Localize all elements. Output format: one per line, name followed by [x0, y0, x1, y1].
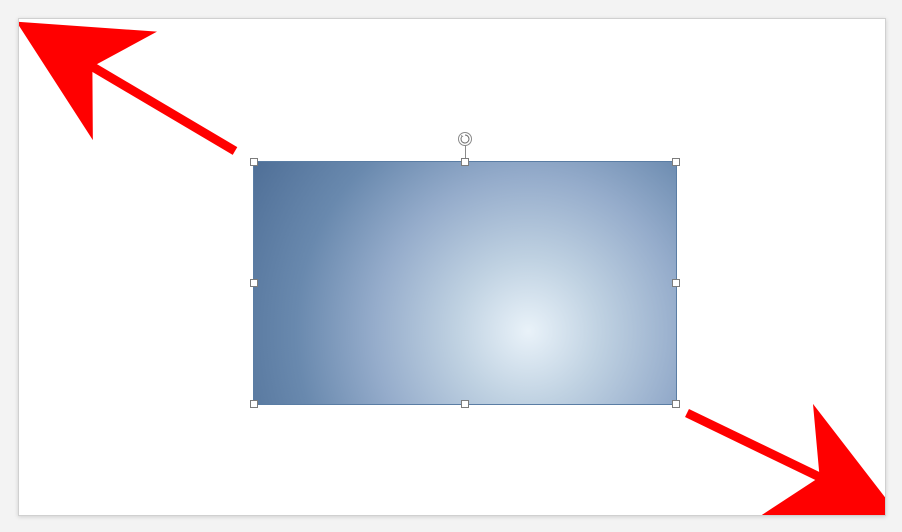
resize-handle-top-right[interactable] [672, 158, 680, 166]
resize-handle-bottom-left[interactable] [250, 400, 258, 408]
slide-canvas[interactable] [18, 18, 886, 516]
rotate-icon [460, 134, 470, 144]
arrow-top-left-icon [49, 41, 235, 151]
rotation-connector [465, 144, 466, 158]
resize-handle-middle-right[interactable] [672, 279, 680, 287]
selected-rectangle-shape[interactable] [253, 161, 677, 405]
resize-handle-bottom-middle[interactable] [461, 400, 469, 408]
arrow-bottom-right-icon [687, 413, 865, 499]
resize-handle-middle-left[interactable] [250, 279, 258, 287]
resize-handle-top-middle[interactable] [461, 158, 469, 166]
resize-handle-top-left[interactable] [250, 158, 258, 166]
rotation-handle[interactable] [458, 132, 472, 146]
resize-handle-bottom-right[interactable] [672, 400, 680, 408]
